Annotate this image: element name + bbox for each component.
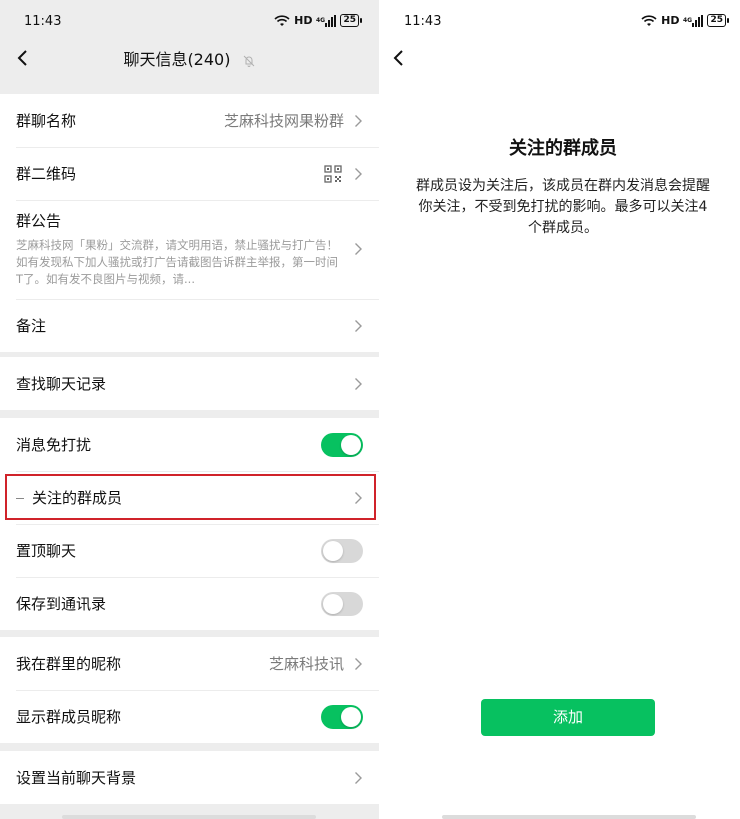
wifi-icon bbox=[641, 14, 657, 26]
hd-indicator: HD bbox=[294, 14, 313, 27]
page-title-text: 聊天信息(240) bbox=[123, 50, 231, 69]
chevron-right-icon bbox=[355, 243, 362, 255]
chevron-right-icon bbox=[355, 491, 362, 504]
row-value: 芝麻科技讯 bbox=[268, 655, 344, 673]
wifi-icon bbox=[274, 14, 290, 26]
bell-off-icon bbox=[243, 55, 254, 67]
row-label: 群二维码 bbox=[16, 165, 77, 183]
status-time: 11:43 bbox=[24, 14, 62, 29]
row-my-nickname[interactable]: 我在群里的昵称 芝麻科技讯 bbox=[0, 637, 379, 690]
svg-text:4G: 4G bbox=[316, 17, 325, 24]
row-label: 关注的群成员 bbox=[32, 489, 123, 507]
section-description: 群成员设为关注后，该成员在群内发消息会提醒你关注，不受到免打扰的影响。最多可以关… bbox=[416, 178, 710, 236]
status-icons: HD 4G 25 bbox=[641, 14, 729, 27]
mute-toggle[interactable] bbox=[321, 432, 363, 457]
notice-preview: 芝麻科技网「果粉」交流群，请文明用语，禁止骚扰与打广告！如有发现私下加人骚扰或打… bbox=[16, 238, 338, 286]
row-label: 显示群成员昵称 bbox=[16, 708, 122, 726]
group-search: 查找聊天记录 bbox=[0, 357, 379, 410]
panel-divider bbox=[379, 0, 386, 819]
toggle-knob bbox=[341, 706, 361, 727]
status-bar: 11:43 HD 4G 25 bbox=[0, 0, 379, 40]
row-pin-chat: 置顶聊天 bbox=[0, 524, 379, 577]
back-button[interactable] bbox=[386, 44, 414, 72]
status-icons: HD 4G 25 bbox=[274, 14, 362, 27]
battery-icon: 25 bbox=[707, 14, 729, 27]
battery-icon: 25 bbox=[340, 14, 362, 27]
row-label: 群聊名称 bbox=[16, 112, 77, 130]
pin-toggle[interactable] bbox=[321, 538, 363, 563]
nav-bar bbox=[386, 40, 740, 78]
nav-bar: 聊天信息(240) bbox=[0, 40, 379, 78]
row-show-nicknames: 显示群成员昵称 bbox=[0, 690, 379, 743]
chevron-right-icon bbox=[355, 377, 362, 390]
row-label: 保存到通讯录 bbox=[16, 595, 107, 613]
row-label: 设置当前聊天背景 bbox=[16, 769, 137, 787]
section-title: 关注的群成员 bbox=[509, 138, 617, 159]
dash-mark bbox=[16, 498, 24, 499]
followed-members-screen: 11:43 HD 4G 25 关注的群成员 群成员设为关注后，该成员在群内发消息… bbox=[386, 0, 740, 819]
group-info: 群聊名称 芝麻科技网果粉群 群二维码 群公告 芝麻科技网「果粉」交流群，请文明用… bbox=[0, 94, 379, 352]
row-label: 备注 bbox=[16, 317, 47, 335]
row-followed-members[interactable]: 关注的群成员 bbox=[0, 471, 379, 524]
save-contacts-toggle[interactable] bbox=[321, 591, 363, 616]
chevron-right-icon bbox=[355, 657, 362, 670]
chevron-right-icon bbox=[355, 319, 362, 332]
chevron-right-icon bbox=[355, 167, 362, 180]
row-label: 消息免打扰 bbox=[16, 436, 92, 454]
signal-icon: 4G bbox=[683, 14, 704, 27]
signal-icon: 4G bbox=[316, 14, 337, 27]
toggle-knob bbox=[323, 593, 343, 614]
row-group-qr[interactable]: 群二维码 bbox=[0, 147, 379, 200]
chat-info-screen: 11:43 HD 4G 25 聊天信息(240) 群聊名称 芝麻科技网果粉群 群… bbox=[0, 0, 379, 819]
page-title: 聊天信息(240) bbox=[0, 46, 379, 70]
add-button[interactable]: 添加 bbox=[481, 699, 655, 736]
toggle-knob bbox=[323, 540, 343, 561]
row-label: 查找聊天记录 bbox=[16, 375, 107, 393]
row-value: 芝麻科技网果粉群 bbox=[223, 112, 344, 130]
row-label: 群公告 bbox=[16, 212, 62, 230]
row-chat-background[interactable]: 设置当前聊天背景 bbox=[0, 751, 379, 804]
group-nickname: 我在群里的昵称 芝麻科技讯 显示群成员昵称 bbox=[0, 637, 379, 743]
row-group-notice[interactable]: 群公告 芝麻科技网「果粉」交流群，请文明用语，禁止骚扰与打广告！如有发现私下加人… bbox=[0, 200, 379, 299]
status-bar: 11:43 HD 4G 25 bbox=[386, 0, 740, 40]
row-label-wrap: 关注的群成员 bbox=[16, 487, 354, 508]
row-save-contacts: 保存到通讯录 bbox=[0, 577, 379, 630]
row-group-name[interactable]: 群聊名称 芝麻科技网果粉群 bbox=[0, 94, 379, 147]
row-label: 我在群里的昵称 bbox=[16, 655, 122, 673]
chevron-right-icon bbox=[355, 771, 362, 784]
status-time: 11:43 bbox=[404, 14, 442, 29]
row-mute: 消息免打扰 bbox=[0, 418, 379, 471]
hd-indicator: HD bbox=[661, 14, 680, 27]
back-chevron-icon bbox=[393, 50, 403, 66]
toggle-knob bbox=[341, 434, 361, 455]
group-settings: 消息免打扰 关注的群成员 置顶聊天 保存到通讯录 bbox=[0, 418, 379, 630]
home-indicator bbox=[442, 815, 696, 819]
row-search-history[interactable]: 查找聊天记录 bbox=[0, 357, 379, 410]
group-background: 设置当前聊天背景 bbox=[0, 751, 379, 804]
home-indicator bbox=[62, 815, 316, 819]
qr-code-icon bbox=[324, 164, 342, 183]
row-remark[interactable]: 备注 bbox=[0, 299, 379, 352]
chevron-right-icon bbox=[355, 114, 362, 127]
show-nicknames-toggle[interactable] bbox=[321, 704, 363, 729]
row-label: 置顶聊天 bbox=[16, 542, 77, 560]
svg-text:4G: 4G bbox=[683, 17, 692, 24]
